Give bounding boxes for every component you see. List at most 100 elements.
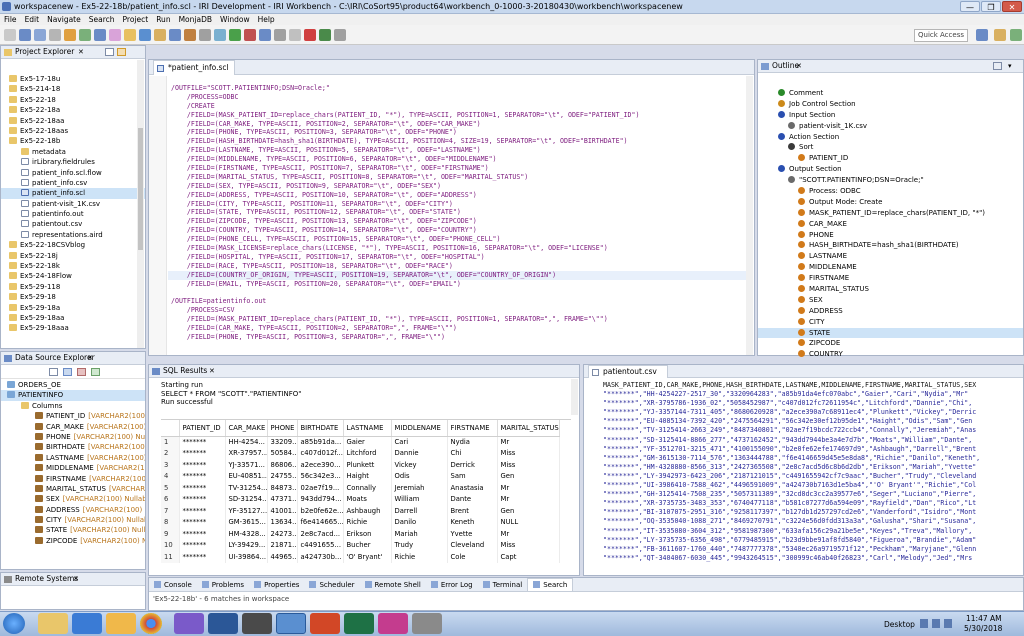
save-all-icon[interactable] — [34, 29, 46, 41]
taskbar-remote-icon[interactable] — [242, 613, 272, 634]
clock-time[interactable]: 11:47 AM — [966, 614, 1002, 623]
tree-item[interactable]: patientinfo.out — [1, 209, 145, 219]
save-icon[interactable] — [19, 29, 31, 41]
tree-item[interactable]: Ex5-22-18k — [1, 261, 145, 271]
taskbar-media-icon[interactable] — [72, 613, 102, 634]
stop-icon[interactable] — [244, 29, 256, 41]
start-button[interactable] — [3, 613, 25, 634]
link-editor-icon[interactable] — [117, 48, 126, 56]
data-source-explorer-title[interactable]: Data Source Explorer — [15, 353, 95, 362]
tree-item[interactable]: Ex5-214-18 — [1, 84, 145, 94]
table-row[interactable]: 10 ******* LY-39429... 21871... c4491655... B… — [161, 539, 560, 551]
table-row[interactable]: 3 ******* YJ-33571... 86806... a2ece390... Pl… — [161, 459, 560, 471]
outline-item[interactable]: Process: ODBC — [758, 186, 1023, 197]
tree-item[interactable]: ORDERS_OE — [1, 380, 145, 390]
run-icon[interactable] — [79, 29, 91, 41]
table-row[interactable]: 5 ******* TV-31254... 84873... 02ae7f19... Co… — [161, 482, 560, 494]
tree-item[interactable]: patient_info.scl — [1, 188, 145, 199]
tree-item[interactable]: ADDRESS[VARCHAR2(100) Nulla — [1, 505, 145, 515]
remote-systems-title[interactable]: Remote Systems — [15, 574, 78, 583]
tree-item[interactable]: Ex5-22-18j — [1, 251, 145, 261]
outline-item[interactable]: MASK_PATIENT_ID=replace_chars(PATIENT_ID… — [758, 208, 1023, 219]
outline-item[interactable]: Comment — [758, 88, 1023, 99]
bottom-tab[interactable]: Console — [149, 579, 197, 591]
menu-item[interactable]: Search — [85, 14, 119, 25]
outline-item[interactable]: COUNTRY — [758, 349, 1023, 360]
column-header[interactable]: BIRTHDATE — [297, 420, 344, 437]
tree-item[interactable]: representations.aird — [1, 230, 145, 240]
column-header[interactable]: MARITAL_STATUS — [497, 420, 560, 437]
outline-item[interactable]: PATIENT_ID — [758, 153, 1023, 164]
tree-item[interactable]: patientout.csv — [1, 219, 145, 229]
bookmark-icon[interactable] — [109, 29, 121, 41]
tree-item[interactable]: Ex5-29-18a — [1, 303, 145, 313]
collapse-all-icon[interactable] — [49, 368, 58, 376]
sql-log-scrollbar[interactable] — [571, 379, 578, 415]
tree-item[interactable]: patient_info.scl.flow — [1, 168, 145, 178]
quick-access-input[interactable]: Quick Access — [914, 29, 968, 42]
refresh-icon[interactable] — [91, 368, 100, 376]
csv-tab[interactable]: patientout.csv — [588, 365, 668, 378]
sql-results-title[interactable]: SQL Results — [163, 366, 207, 375]
taskbar-app3-icon[interactable] — [412, 613, 442, 634]
tree-item[interactable]: Ex5-17-18u — [1, 74, 145, 84]
column-header[interactable]: PATIENT_ID — [179, 420, 226, 437]
misc-icon[interactable] — [334, 29, 346, 41]
bottom-tab[interactable]: Terminal — [478, 579, 528, 591]
wizard-icon[interactable] — [214, 29, 226, 41]
tree-item[interactable]: FIRSTNAME[VARCHAR2(100) Nul — [1, 474, 145, 484]
tree-item[interactable]: PATIENT_ID[VARCHAR2(100) Nu — [1, 411, 145, 421]
outline-item[interactable]: MARITAL_STATUS — [758, 284, 1023, 295]
table-row[interactable]: 9 ******* HM-4328... 24273... 2e8c7acd... Eri… — [161, 528, 560, 540]
menu-item[interactable]: Window — [216, 14, 254, 25]
table-row[interactable]: 2 ******* XR-37957... 50584... c407d012f... L… — [161, 447, 560, 459]
desktop-toolbar-label[interactable]: Desktop — [884, 620, 915, 629]
tree-item[interactable]: CAR_MAKE[VARCHAR2(100) Nul — [1, 422, 145, 432]
tree-item[interactable]: SEX[VARCHAR2(100) Nullable] — [1, 494, 145, 504]
view-menu-icon[interactable]: ▾ — [1008, 62, 1012, 70]
editor-tab[interactable]: *patient_info.scl — [153, 60, 235, 75]
taskbar-app-icon[interactable] — [174, 613, 204, 634]
table-row[interactable]: 6 ******* SD-31254... 47371... 943dd794... Mo… — [161, 493, 560, 505]
menu-item[interactable]: Help — [254, 14, 279, 25]
project-tree-scrollbar[interactable] — [137, 60, 144, 348]
tree-item[interactable]: STATE[VARCHAR2(100) Nullabl — [1, 525, 145, 535]
column-header[interactable]: CAR_MAKE — [225, 420, 268, 437]
outline-item[interactable]: "SCOTT.PATIENTINFO;DSN=Oracle;" — [758, 175, 1023, 186]
disconnect-icon[interactable] — [77, 368, 86, 376]
taskbar-powerpoint-icon[interactable] — [310, 613, 340, 634]
tree-item[interactable]: patient-visit_1K.csv — [1, 199, 145, 209]
close-icon[interactable]: ✕ — [796, 60, 802, 72]
outline-item[interactable]: Sort — [758, 142, 1023, 153]
tree-item[interactable]: CITY[VARCHAR2(100) Nullable] — [1, 515, 145, 525]
check-icon[interactable] — [319, 29, 331, 41]
build-icon[interactable] — [64, 29, 76, 41]
minimize-button[interactable]: — — [960, 1, 980, 12]
outline-item[interactable]: STATE — [758, 327, 1023, 339]
outline-item[interactable]: HASH_BIRTHDATE=hash_sha1(BIRTHDATE) — [758, 240, 1023, 251]
code-area[interactable]: /OUTFILE="SCOTT.PATIENTINFO;DSN=Oracle;"… — [171, 84, 746, 354]
bottom-tab[interactable]: Search — [527, 578, 574, 591]
csv-text[interactable]: MASK_PATIENT_ID,CAR_MAKE,PHONE,HASH_BIRT… — [603, 381, 1015, 573]
close-icon[interactable]: ✕ — [78, 46, 84, 58]
column-header[interactable]: MIDDLENAME — [391, 420, 448, 437]
column-header[interactable] — [161, 420, 180, 437]
menu-item[interactable]: File — [0, 14, 21, 25]
scrollbar-thumb[interactable] — [138, 128, 143, 250]
play-icon[interactable] — [229, 29, 241, 41]
outline-item[interactable]: CITY — [758, 317, 1023, 328]
bottom-tab[interactable]: Problems — [197, 579, 249, 591]
tree-item[interactable]: LASTNAME[VARCHAR2(100) Nul — [1, 453, 145, 463]
outline-item[interactable]: LASTNAME — [758, 251, 1023, 262]
new-icon[interactable] — [4, 29, 16, 41]
perspective-icon[interactable] — [976, 29, 988, 41]
tree-item[interactable]: Ex5-29-118 — [1, 282, 145, 292]
perspective-icon[interactable] — [1010, 29, 1022, 41]
settings-icon[interactable] — [199, 29, 211, 41]
outline-item[interactable]: Job Control Section — [758, 99, 1023, 110]
forward-icon[interactable] — [274, 29, 286, 41]
close-icon[interactable]: ✕ — [87, 352, 93, 364]
outline-item[interactable]: patient-visit_1K.csv — [758, 121, 1023, 132]
job-icon[interactable] — [184, 29, 196, 41]
taskbar-word-icon[interactable] — [208, 613, 238, 634]
